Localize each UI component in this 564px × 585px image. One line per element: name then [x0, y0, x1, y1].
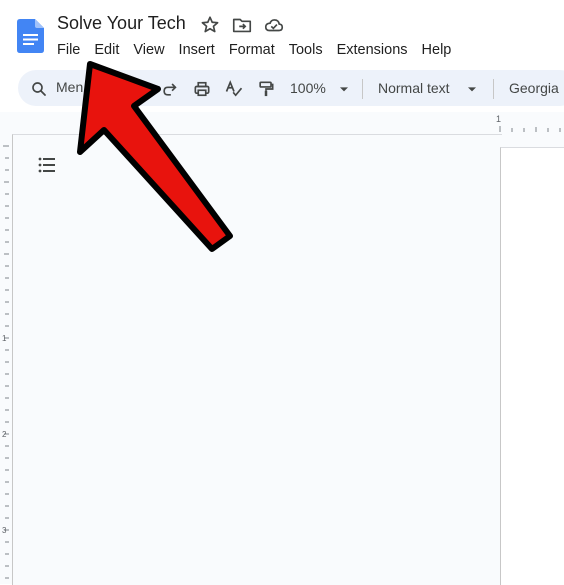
- print-icon[interactable]: [192, 79, 212, 99]
- cloud-saved-icon[interactable]: [263, 14, 285, 36]
- zoom-dropdown-icon[interactable]: [336, 79, 352, 99]
- toolbar-divider: [493, 79, 494, 99]
- document-page[interactable]: [500, 147, 564, 585]
- ruler-left-number-2: 2: [2, 430, 7, 439]
- menu-tools[interactable]: Tools: [282, 39, 330, 61]
- vertical-ruler[interactable]: [0, 134, 12, 584]
- menu-extensions[interactable]: Extensions: [330, 39, 415, 61]
- ruler-left-number-1: 1: [2, 334, 7, 343]
- document-title[interactable]: Solve Your Tech: [57, 13, 186, 34]
- menu-view[interactable]: View: [126, 39, 171, 61]
- horizontal-ruler[interactable]: [12, 112, 564, 134]
- menu-bar: File Edit View Insert Format Tools Exten…: [50, 39, 458, 61]
- paint-format-icon[interactable]: [256, 79, 276, 99]
- zoom-select[interactable]: 100%: [290, 80, 326, 96]
- menu-help[interactable]: Help: [415, 39, 459, 61]
- menu-edit[interactable]: Edit: [87, 39, 126, 61]
- google-docs-window: Solve Your Tech File Edit View Insert Fo…: [0, 0, 564, 585]
- menu-format[interactable]: Format: [222, 39, 282, 61]
- page-margin-area[interactable]: [12, 134, 502, 585]
- style-dropdown-icon[interactable]: [464, 79, 480, 99]
- toolbar-divider: [362, 79, 363, 99]
- paragraph-style-select[interactable]: Normal text: [378, 80, 450, 96]
- font-select[interactable]: Georgia: [509, 80, 559, 96]
- ruler-top-number: 1: [496, 114, 502, 124]
- menu-insert[interactable]: Insert: [172, 39, 222, 61]
- google-docs-icon[interactable]: [17, 19, 44, 53]
- redo-icon[interactable]: [160, 79, 180, 99]
- ruler-left-number-3: 3: [2, 526, 7, 535]
- move-to-folder-icon[interactable]: [231, 14, 253, 36]
- spellcheck-icon[interactable]: [224, 79, 244, 99]
- search-icon[interactable]: [30, 80, 48, 98]
- search-menus-field[interactable]: Men: [56, 79, 83, 95]
- menu-file[interactable]: File: [50, 39, 87, 61]
- document-outline-icon[interactable]: [37, 155, 57, 175]
- star-icon[interactable]: [199, 14, 221, 36]
